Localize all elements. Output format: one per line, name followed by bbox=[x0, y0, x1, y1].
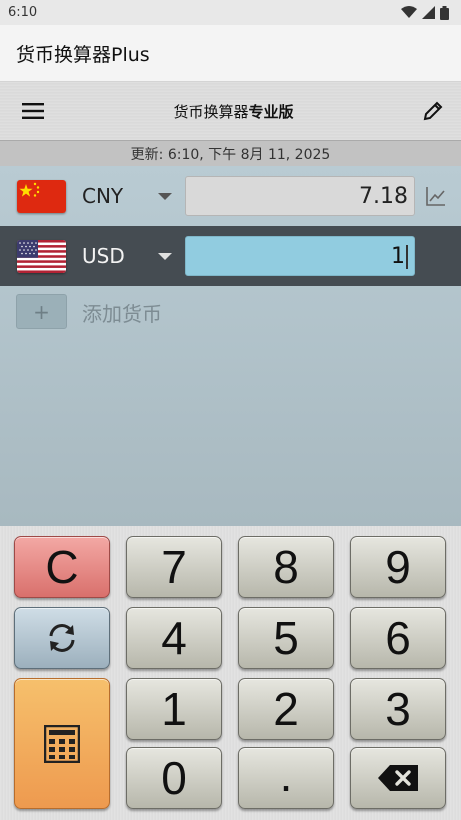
china-flag-icon bbox=[17, 179, 66, 213]
calculator-icon bbox=[44, 724, 80, 763]
swap-button[interactable] bbox=[14, 607, 110, 669]
decimal-point-button[interactable]: . bbox=[238, 747, 334, 809]
digit-5-button[interactable]: 5 bbox=[238, 607, 334, 669]
clear-label: C bbox=[45, 541, 79, 593]
keypad: C 7 8 9 4 5 6 1 2 3 0 . bbox=[0, 526, 461, 820]
add-currency-label[interactable]: 添加货币 bbox=[82, 298, 162, 327]
key-label: 6 bbox=[385, 612, 411, 664]
digit-6-button[interactable]: 6 bbox=[350, 607, 446, 669]
status-time: 6:10 bbox=[8, 5, 38, 20]
key-label: 5 bbox=[273, 612, 299, 664]
key-label: 1 bbox=[161, 683, 187, 735]
amount-value: 1 bbox=[391, 244, 405, 269]
amount-field-usd[interactable]: 1 bbox=[185, 236, 415, 276]
digit-7-button[interactable]: 7 bbox=[126, 536, 222, 598]
toolbar: 货币换算器专业版 bbox=[0, 82, 461, 140]
toolbar-title-bold: 专业版 bbox=[248, 102, 294, 121]
currency-code: USD bbox=[82, 244, 125, 268]
currency-row-usd[interactable]: USD 1 bbox=[0, 226, 461, 286]
chart-icon[interactable] bbox=[425, 185, 447, 207]
key-label: 7 bbox=[161, 541, 187, 593]
text-cursor bbox=[406, 245, 408, 269]
toolbar-title: 货币换算器专业版 bbox=[173, 101, 293, 122]
key-label: 4 bbox=[161, 612, 187, 664]
key-label: 0 bbox=[161, 752, 187, 804]
amount-field-cny[interactable]: 7.18 bbox=[185, 176, 415, 216]
digit-4-button[interactable]: 4 bbox=[126, 607, 222, 669]
us-flag-icon bbox=[17, 239, 66, 273]
key-label: 8 bbox=[273, 541, 299, 593]
add-currency-button[interactable]: + bbox=[16, 294, 67, 329]
backspace-button[interactable] bbox=[350, 747, 446, 809]
clear-button[interactable]: C bbox=[14, 536, 110, 598]
key-label: 2 bbox=[273, 683, 299, 735]
add-currency-row[interactable]: + 添加货币 bbox=[0, 294, 461, 334]
update-text: 更新: 6:10, 下午 8月 11, 2025 bbox=[130, 146, 331, 163]
update-timestamp: 更新: 6:10, 下午 8月 11, 2025 bbox=[0, 140, 461, 166]
currency-row-cny[interactable]: CNY 7.18 bbox=[0, 166, 461, 226]
hamburger-menu-icon[interactable] bbox=[22, 103, 44, 119]
app-title: 货币换算器Plus bbox=[16, 43, 150, 66]
key-label: 3 bbox=[385, 683, 411, 735]
plus-icon: + bbox=[33, 299, 50, 324]
key-label: 9 bbox=[385, 541, 411, 593]
status-icons bbox=[401, 5, 449, 20]
digit-1-button[interactable]: 1 bbox=[126, 678, 222, 740]
currency-dropdown-icon[interactable] bbox=[158, 192, 172, 200]
currency-list: CNY 7.18 USD 1 + 添加货币 bbox=[0, 166, 461, 526]
digit-8-button[interactable]: 8 bbox=[238, 536, 334, 598]
refresh-icon bbox=[49, 624, 75, 652]
digit-2-button[interactable]: 2 bbox=[238, 678, 334, 740]
app-bar: 货币换算器Plus bbox=[0, 25, 461, 82]
currency-code: CNY bbox=[82, 184, 124, 208]
digit-3-button[interactable]: 3 bbox=[350, 678, 446, 740]
status-bar: 6:10 bbox=[0, 0, 461, 25]
amount-value: 7.18 bbox=[359, 184, 408, 209]
pencil-icon[interactable] bbox=[423, 101, 443, 121]
battery-icon bbox=[440, 5, 449, 20]
toolbar-title-regular: 货币换算器 bbox=[173, 102, 249, 121]
calculator-button[interactable] bbox=[14, 678, 110, 809]
signal-icon bbox=[422, 6, 435, 19]
wifi-icon bbox=[401, 6, 417, 18]
digit-9-button[interactable]: 9 bbox=[350, 536, 446, 598]
digit-0-button[interactable]: 0 bbox=[126, 747, 222, 809]
currency-dropdown-icon[interactable] bbox=[158, 252, 172, 260]
backspace-icon bbox=[378, 765, 418, 791]
key-label: . bbox=[279, 749, 293, 801]
